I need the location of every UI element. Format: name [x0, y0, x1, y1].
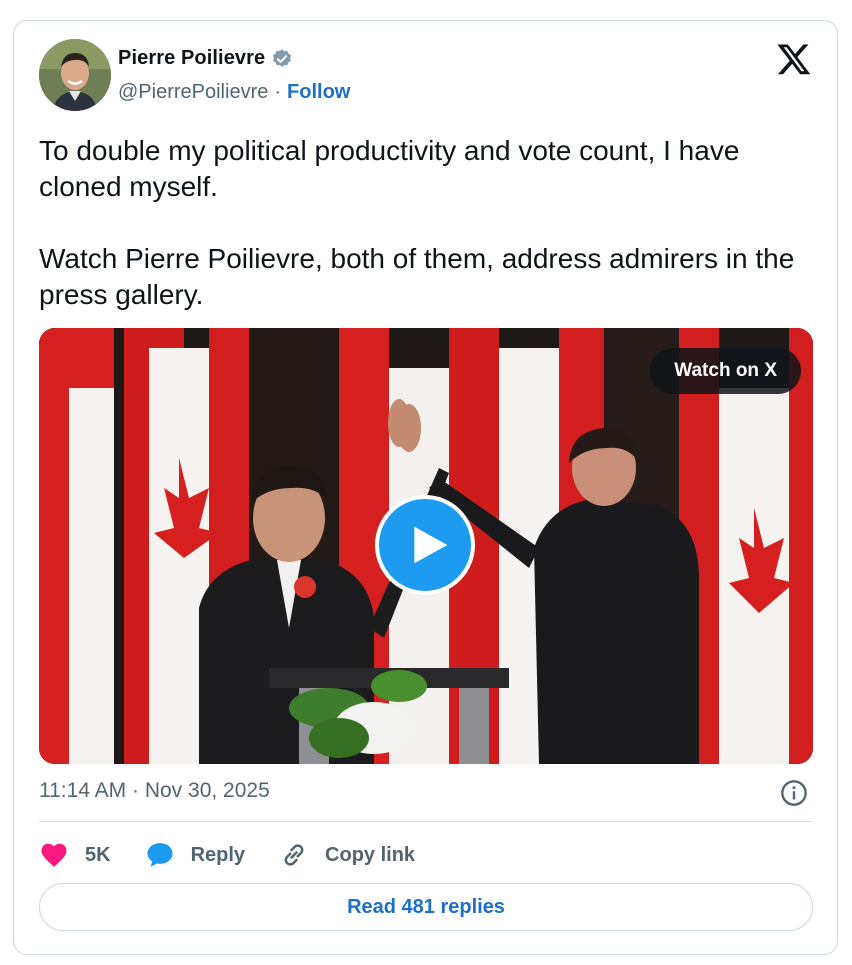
author-display-name[interactable]: Pierre Poilievre: [118, 47, 265, 70]
play-icon: [414, 526, 448, 564]
info-icon[interactable]: [780, 779, 808, 807]
read-replies-button[interactable]: Read 481 replies: [39, 883, 813, 931]
divider: [39, 821, 813, 822]
author-handle-row: @PierrePoilievre · Follow: [118, 81, 350, 104]
avatar[interactable]: [39, 39, 111, 111]
separator-dot: ·: [274, 81, 282, 103]
author-name-row: Pierre Poilievre: [118, 47, 293, 70]
copy-link-button[interactable]: Copy link: [279, 840, 415, 870]
x-logo-icon[interactable]: [776, 41, 812, 77]
reply-label: Reply: [190, 843, 246, 866]
verified-badge-icon: [271, 48, 293, 70]
author-handle[interactable]: @PierrePoilievre: [118, 81, 268, 104]
link-icon: [279, 840, 309, 870]
tweet-card: Pierre Poilievre @PierrePoilievre · Foll…: [13, 20, 838, 955]
tweet-text: To double my political productivity and …: [39, 135, 795, 310]
video-media[interactable]: Watch on X: [39, 328, 813, 764]
avatar-image: [39, 39, 111, 111]
watch-on-x-button[interactable]: Watch on X: [650, 348, 801, 394]
speech-bubble-icon: [145, 840, 175, 870]
heart-icon: [39, 840, 69, 870]
reply-button[interactable]: Reply: [145, 840, 245, 870]
play-button[interactable]: [375, 495, 475, 595]
tweet-timestamp[interactable]: 11:14 AM · Nov 30, 2025: [39, 779, 270, 803]
like-count: 5K: [85, 843, 111, 866]
action-bar: 5K Reply Copy link: [39, 837, 449, 873]
like-button[interactable]: 5K: [39, 840, 111, 870]
podium: [269, 668, 509, 764]
follow-link[interactable]: Follow: [287, 81, 350, 104]
copy-link-label: Copy link: [325, 843, 416, 866]
